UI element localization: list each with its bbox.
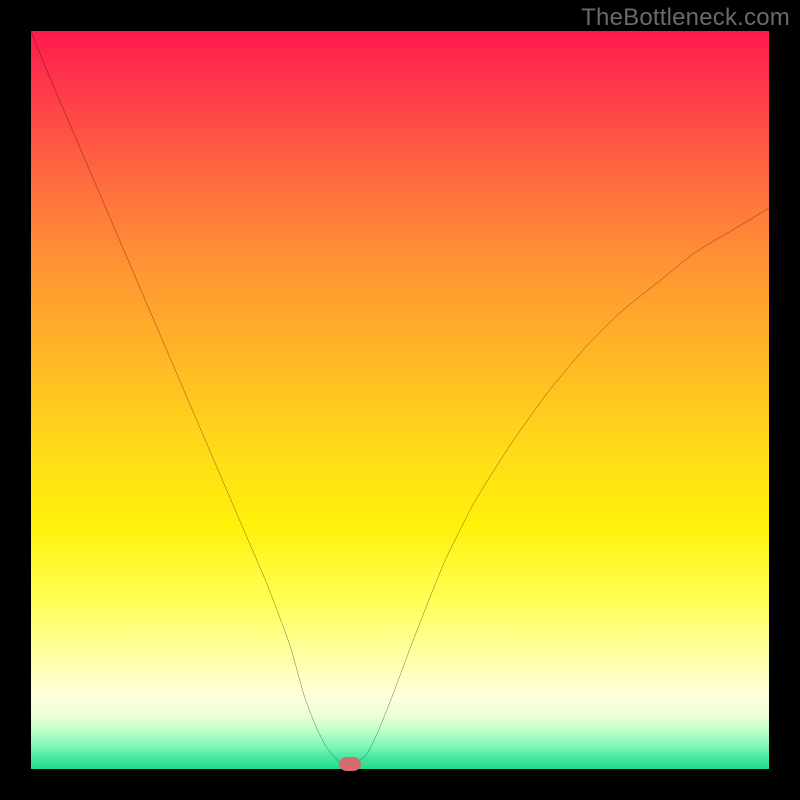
curve-svg [31,31,769,769]
optimal-point-marker [339,757,361,771]
bottleneck-curve [31,31,769,764]
watermark-text: TheBottleneck.com [581,4,790,32]
